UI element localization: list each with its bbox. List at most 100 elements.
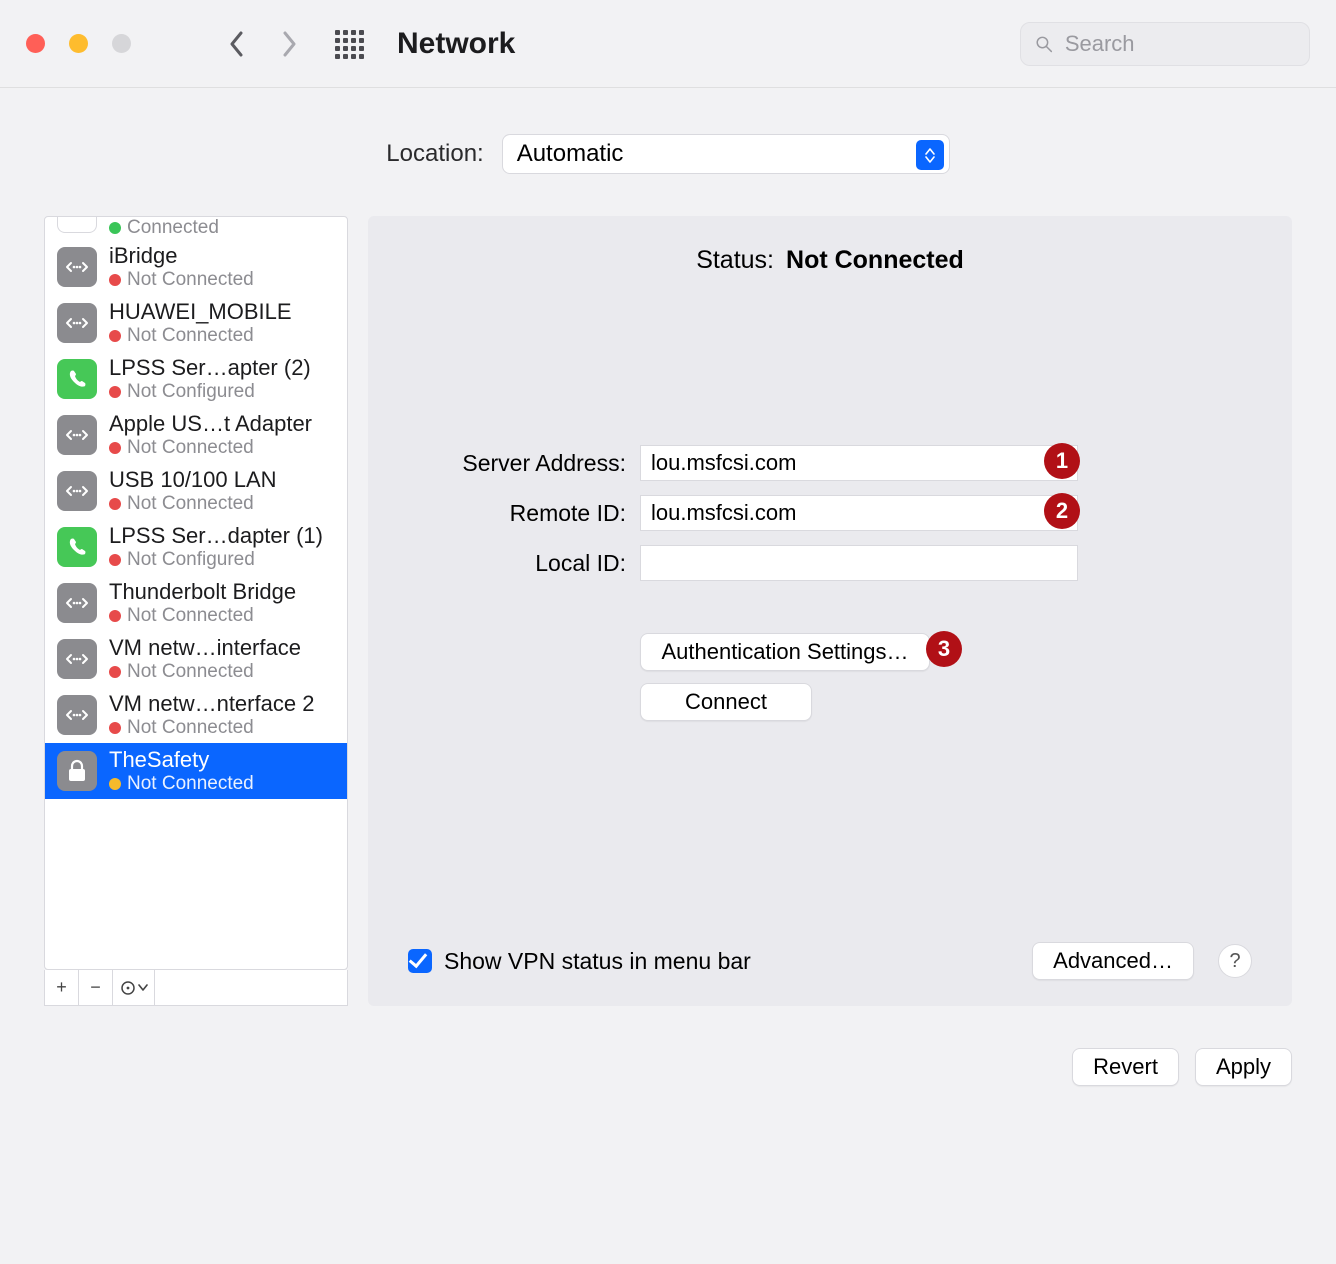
server-address-input[interactable]: [640, 445, 1078, 481]
show-vpn-label: Show VPN status in menu bar: [444, 948, 751, 975]
interface-name: TheSafety: [109, 747, 254, 773]
forward-button[interactable]: [271, 20, 307, 68]
interface-status: Not Connected: [127, 773, 254, 795]
chevron-left-icon: [229, 31, 245, 57]
ethernet-icon: [57, 415, 97, 455]
status-dot-icon: [109, 498, 121, 510]
server-address-label: Server Address:: [408, 450, 626, 477]
ethernet-icon: [57, 303, 97, 343]
interface-name: Thunderbolt Bridge: [109, 579, 296, 605]
sidebar-item-3[interactable]: Apple US…t AdapterNot Connected: [45, 407, 347, 463]
status-dot-icon: [109, 610, 121, 622]
local-id-label: Local ID:: [408, 550, 626, 577]
sidebar-item-0[interactable]: iBridgeNot Connected: [45, 239, 347, 295]
location-value: Automatic: [517, 140, 624, 168]
interface-name: LPSS Ser…apter (2): [109, 355, 311, 381]
remote-id-input[interactable]: [640, 495, 1078, 531]
chevron-right-icon: [281, 31, 297, 57]
remote-id-row: Remote ID:: [408, 495, 1252, 531]
annotation-badge-2: 2: [1044, 493, 1080, 529]
sidebar-item-7[interactable]: VM netw…interfaceNot Connected: [45, 631, 347, 687]
interface-name: Apple US…t Adapter: [109, 411, 312, 437]
connect-button[interactable]: Connect: [640, 683, 812, 721]
status-dot-icon: [109, 666, 121, 678]
details-pane: Status: Not Connected Server Address: Re…: [368, 216, 1292, 1006]
ethernet-icon: [57, 471, 97, 511]
revert-button[interactable]: Revert: [1072, 1048, 1179, 1086]
status-dot-icon: [109, 442, 121, 454]
status-dot-icon: [109, 722, 121, 734]
advanced-button[interactable]: Advanced…: [1032, 942, 1194, 980]
apply-button[interactable]: Apply: [1195, 1048, 1292, 1086]
remove-interface-button[interactable]: −: [79, 970, 113, 1005]
phone-icon: [57, 359, 97, 399]
show-all-icon[interactable]: [335, 30, 363, 58]
ethernet-icon: [57, 247, 97, 287]
annotation-badge-1: 1: [1044, 443, 1080, 479]
footer-buttons: Revert Apply: [0, 1026, 1336, 1086]
interface-status: Not Connected: [127, 269, 254, 291]
sidebar-item-8[interactable]: VM netw…nterface 2Not Connected: [45, 687, 347, 743]
interface-name: HUAWEI_MOBILE: [109, 299, 292, 325]
status-label: Status:: [696, 246, 774, 275]
status-dot-icon: [109, 274, 121, 286]
interface-list[interactable]: Connected iBridgeNot ConnectedHUAWEI_MOB…: [44, 216, 348, 970]
sidebar-item-partial[interactable]: Connected: [45, 217, 347, 239]
interface-status: Not Connected: [127, 605, 254, 627]
minimize-button[interactable]: [69, 34, 88, 53]
phone-icon: [57, 527, 97, 567]
search-field[interactable]: [1020, 22, 1310, 66]
interface-name: LPSS Ser…dapter (1): [109, 523, 323, 549]
back-button[interactable]: [219, 20, 255, 68]
annotation-badge-3: 3: [926, 631, 962, 667]
status-value: Not Connected: [786, 246, 964, 275]
help-button[interactable]: ?: [1218, 944, 1252, 978]
toolbar: Network: [0, 0, 1336, 88]
interface-status: Not Connected: [127, 661, 254, 683]
interface-name: iBridge: [109, 243, 254, 269]
close-button[interactable]: [26, 34, 45, 53]
sidebar-item-2[interactable]: LPSS Ser…apter (2)Not Configured: [45, 351, 347, 407]
auth-settings-button[interactable]: Authentication Settings…: [640, 633, 930, 671]
gear-menu-icon: [120, 979, 138, 997]
updown-icon: [916, 140, 944, 170]
interface-status: Not Connected: [127, 325, 254, 347]
status-dot-icon: [109, 554, 121, 566]
interface-status: Not Connected: [127, 437, 254, 459]
sidebar-item-9[interactable]: TheSafetyNot Connected: [45, 743, 347, 799]
interface-status: Not Configured: [127, 549, 255, 571]
server-address-row: Server Address:: [408, 445, 1252, 481]
local-id-row: Local ID:: [408, 545, 1252, 581]
search-input[interactable]: [1063, 30, 1295, 58]
status-dot-icon: [109, 778, 121, 790]
location-label: Location:: [386, 140, 483, 168]
interface-name: USB 10/100 LAN: [109, 467, 277, 493]
location-dropdown[interactable]: Automatic: [502, 134, 950, 174]
sidebar-item-1[interactable]: HUAWEI_MOBILENot Connected: [45, 295, 347, 351]
ethernet-icon: [57, 695, 97, 735]
zoom-button[interactable]: [112, 34, 131, 53]
interface-name: VM netw…nterface 2: [109, 691, 314, 717]
location-row: Location: Automatic: [0, 88, 1336, 216]
window-title: Network: [397, 27, 515, 61]
interface-status: Not Connected: [127, 493, 254, 515]
search-icon: [1035, 34, 1053, 54]
interface-status: Not Connected: [127, 717, 254, 739]
status-dot-icon: [109, 222, 121, 234]
lock-icon: [57, 751, 97, 791]
chevron-down-icon: [138, 984, 148, 991]
interface-status: Not Configured: [127, 381, 255, 403]
interface-name: VM netw…interface: [109, 635, 301, 661]
local-id-input[interactable]: [640, 545, 1078, 581]
add-interface-button[interactable]: +: [45, 970, 79, 1005]
sidebar-item-6[interactable]: Thunderbolt BridgeNot Connected: [45, 575, 347, 631]
more-actions-button[interactable]: [113, 970, 155, 1005]
remote-id-label: Remote ID:: [408, 500, 626, 527]
ethernet-icon: [57, 639, 97, 679]
ethernet-icon: [57, 583, 97, 623]
sidebar-item-4[interactable]: USB 10/100 LANNot Connected: [45, 463, 347, 519]
sidebar-footbar: + −: [44, 970, 348, 1006]
show-vpn-checkbox[interactable]: [408, 949, 432, 973]
network-prefs-window: Network Location: Automatic: [0, 0, 1336, 1264]
sidebar-item-5[interactable]: LPSS Ser…dapter (1)Not Configured: [45, 519, 347, 575]
